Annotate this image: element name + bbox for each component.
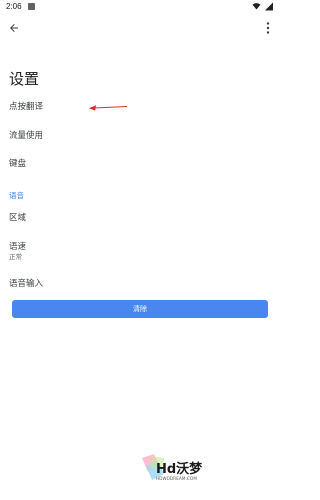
notification-icon	[28, 3, 35, 10]
setting-data-usage[interactable]: 流量使用	[9, 129, 43, 141]
setting-speech-input[interactable]: 语音输入	[9, 277, 43, 289]
status-bar: 2:06	[0, 0, 281, 14]
section-header-speech: 语音	[9, 191, 24, 200]
watermark-subtitle: HDWODREAM.COM	[156, 476, 198, 481]
back-button[interactable]	[4, 18, 24, 38]
setting-tap-to-translate[interactable]: 点按翻译	[9, 100, 43, 112]
more-options-button[interactable]	[261, 18, 275, 38]
app-bar	[0, 14, 281, 42]
annotation-arrow	[89, 105, 128, 111]
setting-speech-rate-value: 正常	[9, 253, 22, 261]
setting-region[interactable]: 区域	[9, 211, 26, 223]
clear-button[interactable]: 清除	[12, 300, 268, 318]
arrow-back-icon	[10, 24, 18, 32]
wifi-icon	[252, 3, 261, 10]
watermark-title: Hd沃梦	[156, 462, 203, 477]
watermark-logo: Hd沃梦 HDWODREAM.COM	[140, 452, 210, 492]
more-vert-icon	[266, 22, 270, 34]
setting-keyboard[interactable]: 键盘	[9, 157, 26, 169]
status-time: 2:06	[6, 2, 22, 11]
battery-icon	[265, 2, 273, 11]
page-title: 设置	[9, 70, 40, 88]
